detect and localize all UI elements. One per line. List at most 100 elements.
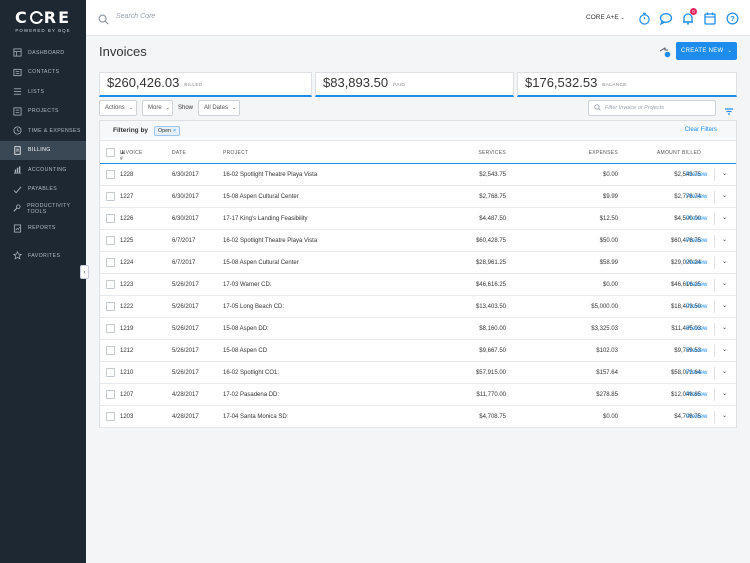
table-row[interactable]: 1227 6/30/2017 15-08 Aspen Cultural Center… <box>100 186 736 208</box>
row-checkbox[interactable] <box>106 390 115 399</box>
company-selector[interactable]: CORE A+E ⌄ <box>586 14 625 21</box>
sidebar-item-lists[interactable]: Lists <box>0 82 86 102</box>
preview-link[interactable]: Preview <box>686 348 707 354</box>
filter-chip-open[interactable]: Open × <box>154 125 181 136</box>
table-row[interactable]: 1224 6/7/2017 15-08 Aspen Cultural Center $… <box>100 252 736 274</box>
collapse-sidebar-button[interactable]: ‹ <box>80 265 89 279</box>
preview-link[interactable]: Preview <box>686 304 707 310</box>
row-checkbox[interactable] <box>106 346 115 355</box>
chevron-down-icon[interactable]: ⌄ <box>722 390 727 397</box>
more-dropdown[interactable]: More ⌄ <box>142 100 173 116</box>
logo[interactable]: C RE POWERED BY BQE <box>0 0 86 40</box>
bell-icon[interactable]: 0 <box>680 8 697 26</box>
table-row[interactable]: 1222 5/26/2017 17-05 Long Beach CD: $13,403… <box>100 296 736 318</box>
sidebar-item-contacts[interactable]: Contacts <box>0 63 86 83</box>
timer-icon[interactable] <box>636 10 652 26</box>
row-checkbox[interactable] <box>106 368 115 377</box>
sidebar-item-reports[interactable]: Reports <box>0 219 86 239</box>
row-divider <box>714 235 715 247</box>
row-checkbox[interactable] <box>106 192 115 201</box>
invoice-number[interactable]: 1210 <box>120 370 133 376</box>
row-checkbox[interactable] <box>106 170 115 179</box>
chevron-down-icon[interactable]: ⌄ <box>722 170 727 177</box>
preview-link[interactable]: Preview <box>686 216 707 222</box>
sidebar-item-dashboard[interactable]: Dashboard <box>0 43 86 63</box>
help-icon[interactable]: ? <box>724 10 740 26</box>
share-icon[interactable] <box>659 45 671 63</box>
close-icon[interactable]: × <box>173 128 176 134</box>
table-row[interactable]: 1226 6/30/2017 17-17 King's Landing Feasib… <box>100 208 736 230</box>
chevron-down-icon[interactable]: ⌄ <box>722 280 727 287</box>
table-row[interactable]: 1212 5/26/2017 15-08 Aspen CD $9,667.50 $102… <box>100 340 736 362</box>
invoice-number[interactable]: 1222 <box>120 304 133 310</box>
chevron-down-icon[interactable]: ⌄ <box>722 412 727 419</box>
search-input[interactable]: Search Core <box>116 13 155 20</box>
preview-link[interactable]: Preview <box>686 260 707 266</box>
clear-filters-link[interactable]: Clear Filters <box>685 127 717 133</box>
invoice-number[interactable]: 1228 <box>120 172 133 178</box>
chat-icon[interactable] <box>658 10 674 26</box>
table-row[interactable]: 1219 5/26/2017 15-08 Aspen DD: $8,160.00 $3,… <box>100 318 736 340</box>
row-checkbox[interactable] <box>106 280 115 289</box>
sidebar-item-payables[interactable]: Payables <box>0 180 86 200</box>
invoice-number[interactable]: 1223 <box>120 282 133 288</box>
column-services[interactable]: Services <box>478 150 506 156</box>
create-new-button[interactable]: CREATE NEW ⌄ <box>676 42 737 60</box>
chevron-down-icon[interactable]: ⌄ <box>722 236 727 243</box>
column-invoice[interactable]: Invoice # ▲ <box>120 150 142 162</box>
column-date[interactable]: Date <box>172 150 186 156</box>
preview-link[interactable]: Preview <box>686 414 707 420</box>
table-row[interactable]: 1228 6/30/2017 16-02 Spotlight Theatre Pla… <box>100 164 736 186</box>
chevron-down-icon[interactable]: ⌄ <box>722 324 727 331</box>
invoice-number[interactable]: 1207 <box>120 392 133 398</box>
invoice-number[interactable]: 1225 <box>120 238 133 244</box>
chevron-down-icon[interactable]: ⌄ <box>722 192 727 199</box>
invoice-number[interactable]: 1227 <box>120 194 133 200</box>
dates-dropdown[interactable]: All Dates ⌄ <box>198 100 240 116</box>
row-checkbox[interactable] <box>106 412 115 421</box>
table-row[interactable]: 1203 4/28/2017 17-04 Santa Monica SD: $4,70… <box>100 406 736 428</box>
chevron-down-icon[interactable]: ⌄ <box>722 214 727 221</box>
column-amount-billed[interactable]: Amount Billed <box>657 150 701 156</box>
row-checkbox[interactable] <box>106 324 115 333</box>
invoice-number[interactable]: 1219 <box>120 326 133 332</box>
chevron-down-icon[interactable]: ⌄ <box>722 346 727 353</box>
table-row[interactable]: 1223 5/26/2017 17-03 Warner CD: $46,616.25 $… <box>100 274 736 296</box>
preview-link[interactable]: Preview <box>686 282 707 288</box>
preview-link[interactable]: Preview <box>686 172 707 178</box>
filter-icon[interactable] <box>724 103 734 121</box>
row-checkbox[interactable] <box>106 214 115 223</box>
preview-link[interactable]: Preview <box>686 238 707 244</box>
sidebar-item-billing[interactable]: Billing <box>0 140 86 160</box>
column-expenses[interactable]: Expenses <box>589 150 618 156</box>
sidebar-item-productivity-tools[interactable]: Productivity Tools <box>0 199 86 219</box>
chevron-down-icon[interactable]: ⌄ <box>722 368 727 375</box>
table-row[interactable]: 1207 4/28/2017 17-02 Pasadena DD: $11,770.0… <box>100 384 736 406</box>
row-checkbox[interactable] <box>106 258 115 267</box>
sidebar-item-accounting[interactable]: Accounting <box>0 160 86 180</box>
show-label: Show <box>178 105 194 111</box>
calendar-icon[interactable] <box>702 10 718 26</box>
actions-dropdown[interactable]: Actions ⌄ <box>99 100 137 116</box>
sidebar-item-time-expenses[interactable]: Time & Expenses <box>0 121 86 141</box>
table-row[interactable]: 1225 6/7/2017 16-02 Spotlight Theatre Play… <box>100 230 736 252</box>
preview-link[interactable]: Preview <box>686 194 707 200</box>
invoice-number[interactable]: 1224 <box>120 260 133 266</box>
chevron-down-icon[interactable]: ⌄ <box>722 302 727 309</box>
search-icon[interactable] <box>98 12 109 30</box>
table-row[interactable]: 1210 5/26/2017 16-02 Spotlight CO1: $57,915… <box>100 362 736 384</box>
preview-link[interactable]: Preview <box>686 370 707 376</box>
preview-link[interactable]: Preview <box>686 326 707 332</box>
preview-link[interactable]: Preview <box>686 392 707 398</box>
select-all-checkbox[interactable] <box>106 148 115 157</box>
invoice-number[interactable]: 1203 <box>120 414 133 420</box>
row-checkbox[interactable] <box>106 236 115 245</box>
invoice-number[interactable]: 1212 <box>120 348 133 354</box>
invoice-number[interactable]: 1226 <box>120 216 133 222</box>
sidebar-item-favorites[interactable]: Favorites <box>0 246 86 266</box>
row-checkbox[interactable] <box>106 302 115 311</box>
column-project[interactable]: Project <box>223 150 248 156</box>
chevron-down-icon[interactable]: ⌄ <box>722 258 727 265</box>
sidebar-item-projects[interactable]: Projects <box>0 102 86 122</box>
filter-input[interactable]: Filter Invoice or Projects <box>588 100 716 116</box>
